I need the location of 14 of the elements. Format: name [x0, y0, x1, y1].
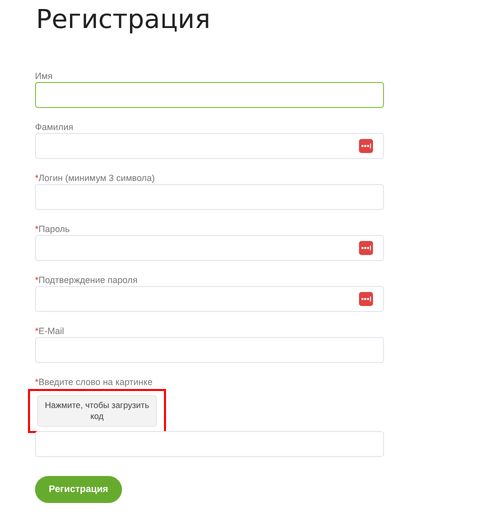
- password-manager-icon[interactable]: [359, 139, 373, 153]
- password-manager-icon[interactable]: [359, 241, 373, 255]
- page-title: Регистрация: [36, 4, 212, 37]
- field-label: Фамилия: [35, 121, 74, 133]
- password-manager-icon[interactable]: [359, 292, 373, 306]
- captcha-input-field[interactable]: [35, 431, 384, 457]
- field-label: Имя: [35, 70, 54, 82]
- field-label: *Введите слово на картинке: [35, 376, 154, 388]
- input-field[interactable]: [35, 82, 384, 108]
- field-label: *E-Mail: [35, 325, 66, 337]
- field-label: *Подтверждение пароля: [35, 274, 138, 286]
- field-label: *Логин (минимум 3 символа): [35, 172, 156, 184]
- field-label: *Пароль: [35, 223, 71, 235]
- load-code-button[interactable]: Нажмите, чтобы загрузить код: [37, 395, 157, 427]
